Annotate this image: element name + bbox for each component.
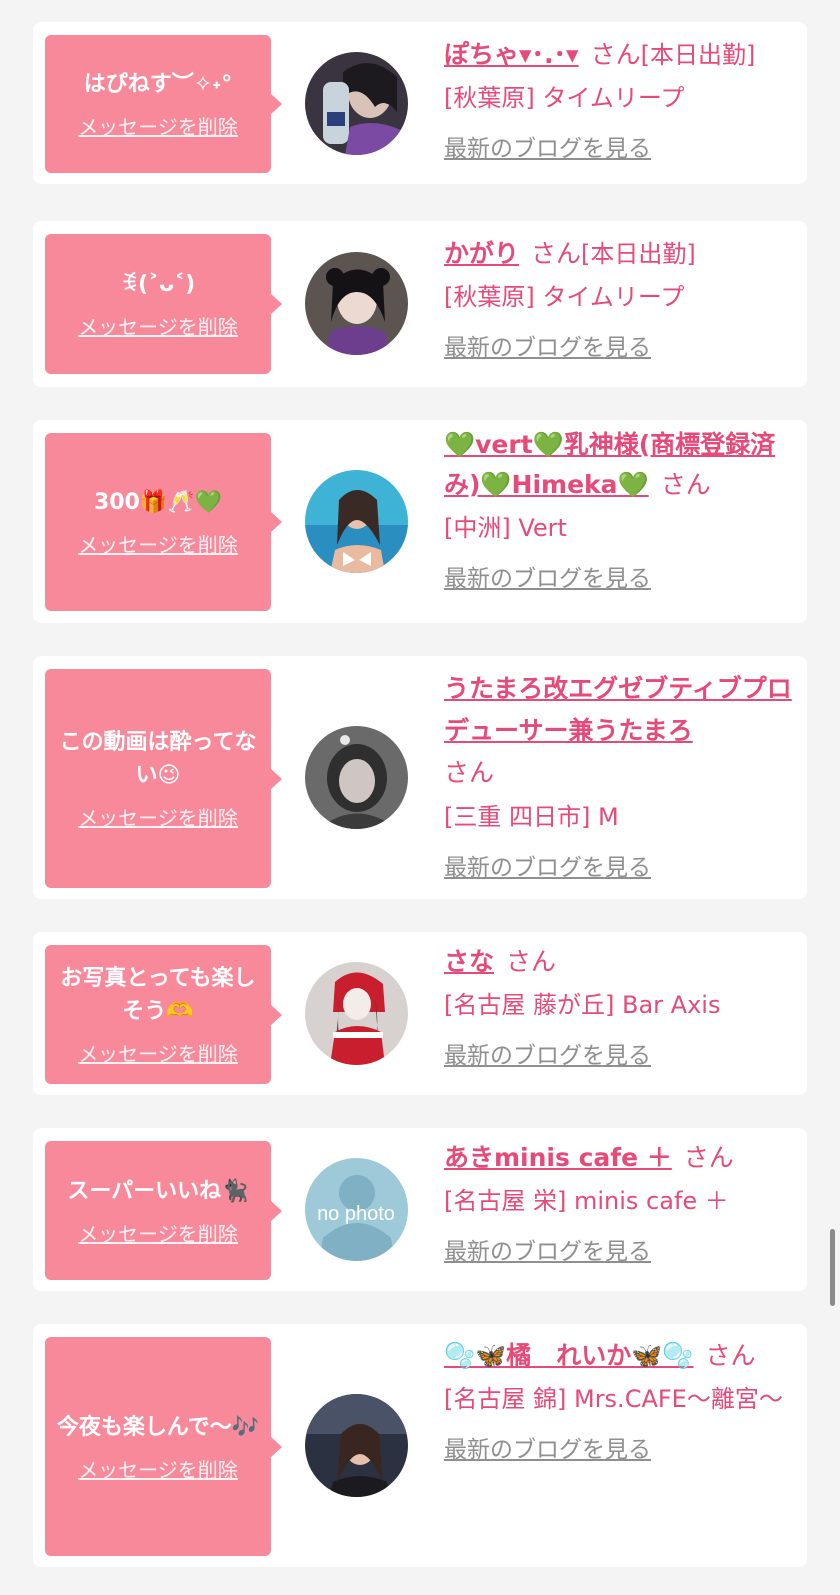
avatar[interactable] — [305, 470, 408, 573]
latest-blog-link[interactable]: 最新のブログを見る — [444, 1036, 651, 1070]
latest-blog-link[interactable]: 最新のブログを見る — [444, 1430, 651, 1464]
delete-message-link[interactable]: メッセージを削除 — [78, 1038, 238, 1067]
message-text: 今夜も楽しんで〜🎶 — [56, 1414, 260, 1440]
cast-name-link[interactable]: ぽちゃ▾･.･▾ — [444, 40, 579, 69]
avatar-photo — [305, 470, 408, 573]
message-card: お写真とっても楽しそう🫶 メッセージを削除 さな さん [名古屋 藤が丘] Bar… — [33, 932, 807, 1095]
working-today-label: [本日出勤] — [581, 240, 696, 268]
cast-info: 🫧🦋橘 れいか🦋🫧 さん [名古屋 錦] Mrs.CAFE〜離宮〜 最新のブログを… — [444, 1336, 794, 1464]
honorific: さん — [506, 947, 557, 976]
message-bubble: はぴねす︶✧˖° メッセージを削除 — [45, 35, 282, 173]
avatar-photo — [305, 1394, 408, 1497]
message-text: ꉂ(˃ᴗ˂) — [120, 272, 196, 297]
scrollbar[interactable] — [830, 1229, 835, 1306]
cast-info: あきminis cafe ＋ さん [名古屋 栄] minis cafe ＋ 最新… — [444, 1138, 794, 1266]
message-bubble: 今夜も楽しんで〜🎶 メッセージを削除 — [45, 1337, 282, 1556]
avatar[interactable] — [305, 726, 408, 829]
message-card: はぴねす︶✧˖° メッセージを削除 ぽちゃ▾･.･▾ さん[本日出勤] [秋葉原]… — [33, 22, 807, 184]
cast-name-link[interactable]: さな — [444, 947, 494, 976]
avatar-photo: no photo — [305, 1158, 408, 1261]
avatar-photo — [305, 252, 408, 355]
cast-name-link[interactable]: 💚vert💚乳神様(商標登録済み)💚Himeka💚 — [444, 430, 775, 499]
delete-message-link[interactable]: メッセージを削除 — [78, 111, 238, 140]
no-photo-text: no photo — [317, 1203, 395, 1225]
honorific: さん — [705, 1341, 756, 1370]
honorific: さん — [590, 40, 641, 69]
message-card: 今夜も楽しんで〜🎶 メッセージを削除 🫧🦋橘 れいか🦋🫧 さん [名古屋 錦] M… — [33, 1324, 807, 1567]
avatar-photo — [305, 52, 408, 155]
avatar[interactable] — [305, 962, 408, 1065]
message-text: お写真とっても楽しそう🫶 — [60, 966, 256, 1024]
working-today-label: [本日出勤] — [640, 41, 756, 69]
message-bubble: お写真とっても楽しそう🫶 メッセージを削除 — [45, 945, 282, 1084]
avatar[interactable]: no photo — [305, 1158, 408, 1261]
avatar[interactable] — [305, 1394, 408, 1497]
message-card: 300🎁🥂💚 メッセージを削除 💚vert💚乳神様(商標登録済み)💚Himeka… — [33, 420, 807, 623]
shop-label: [三重 四日市] M — [444, 803, 619, 831]
avatar[interactable] — [305, 252, 408, 355]
cast-info: 💚vert💚乳神様(商標登録済み)💚Himeka💚 さん [中洲] Vert 最新… — [444, 425, 794, 593]
avatar[interactable] — [305, 52, 408, 155]
latest-blog-link[interactable]: 最新のブログを見る — [444, 1232, 651, 1266]
shop-label: [名古屋 栄] minis cafe ＋ — [444, 1187, 729, 1215]
delete-message-link[interactable]: メッセージを削除 — [78, 1218, 238, 1247]
latest-blog-link[interactable]: 最新のブログを見る — [444, 129, 651, 163]
message-card: スーパーいいね🐈‍⬛ メッセージを削除 no photo あきminis caf… — [33, 1128, 807, 1291]
message-text: スーパーいいね🐈‍⬛ — [67, 1178, 249, 1204]
cast-info: うたまろ改エグゼブティブプロデューサー兼うたまろさん [三重 四日市] M 最新… — [444, 668, 794, 882]
honorific: さん — [444, 758, 495, 787]
shop-label: [名古屋 錦] Mrs.CAFE〜離宮〜 — [444, 1385, 783, 1413]
shop-label: [秋葉原] タイムリープ — [444, 84, 685, 112]
message-bubble: 300🎁🥂💚 メッセージを削除 — [45, 433, 282, 611]
avatar-photo — [305, 962, 408, 1065]
cast-name-link[interactable]: 🫧🦋橘 れいか🦋🫧 — [444, 1341, 694, 1370]
cast-info: かがり さん[本日出勤] [秋葉原] タイムリープ 最新のブログを見る — [444, 234, 794, 362]
cast-info: ぽちゃ▾･.･▾ さん[本日出勤] [秋葉原] タイムリープ 最新のブログを見る — [444, 35, 794, 163]
message-text: 300🎁🥂💚 — [93, 490, 223, 515]
cast-info: さな さん [名古屋 藤が丘] Bar Axis 最新のブログを見る — [444, 942, 794, 1070]
shop-label: [秋葉原] タイムリープ — [444, 283, 685, 311]
latest-blog-link[interactable]: 最新のブログを見る — [444, 328, 651, 362]
message-text: はぴねす︶✧˖° — [83, 72, 233, 97]
shop-label: [中洲] Vert — [444, 514, 567, 542]
latest-blog-link[interactable]: 最新のブログを見る — [444, 559, 651, 593]
message-bubble: ꉂ(˃ᴗ˂) メッセージを削除 — [45, 234, 282, 374]
message-bubble: この動画は酔ってない😉 メッセージを削除 — [45, 669, 282, 888]
cast-name-link[interactable]: かがり — [444, 239, 519, 268]
honorific: さん — [531, 239, 582, 268]
delete-message-link[interactable]: メッセージを削除 — [78, 1454, 238, 1483]
message-text: この動画は酔ってない😉 — [59, 730, 257, 788]
latest-blog-link[interactable]: 最新のブログを見る — [444, 848, 651, 882]
message-card: この動画は酔ってない😉 メッセージを削除 うたまろ改エグゼブティブプロデューサー… — [33, 656, 807, 899]
shop-label: [名古屋 藤が丘] Bar Axis — [444, 991, 721, 1019]
message-card: ꉂ(˃ᴗ˂) メッセージを削除 かがり さん[本日出勤] [秋葉原] タイムリープ… — [33, 221, 807, 387]
cast-name-link[interactable]: うたまろ改エグゼブティブプロデューサー兼うたまろ — [444, 674, 792, 745]
avatar-photo — [305, 726, 408, 829]
delete-message-link[interactable]: メッセージを削除 — [78, 802, 238, 831]
delete-message-link[interactable]: メッセージを削除 — [78, 529, 238, 558]
honorific: さん — [660, 470, 711, 499]
message-bubble: スーパーいいね🐈‍⬛ メッセージを削除 — [45, 1141, 282, 1280]
delete-message-link[interactable]: メッセージを削除 — [78, 311, 238, 340]
honorific: さん — [683, 1143, 734, 1172]
cast-name-link[interactable]: あきminis cafe ＋ — [444, 1143, 672, 1172]
